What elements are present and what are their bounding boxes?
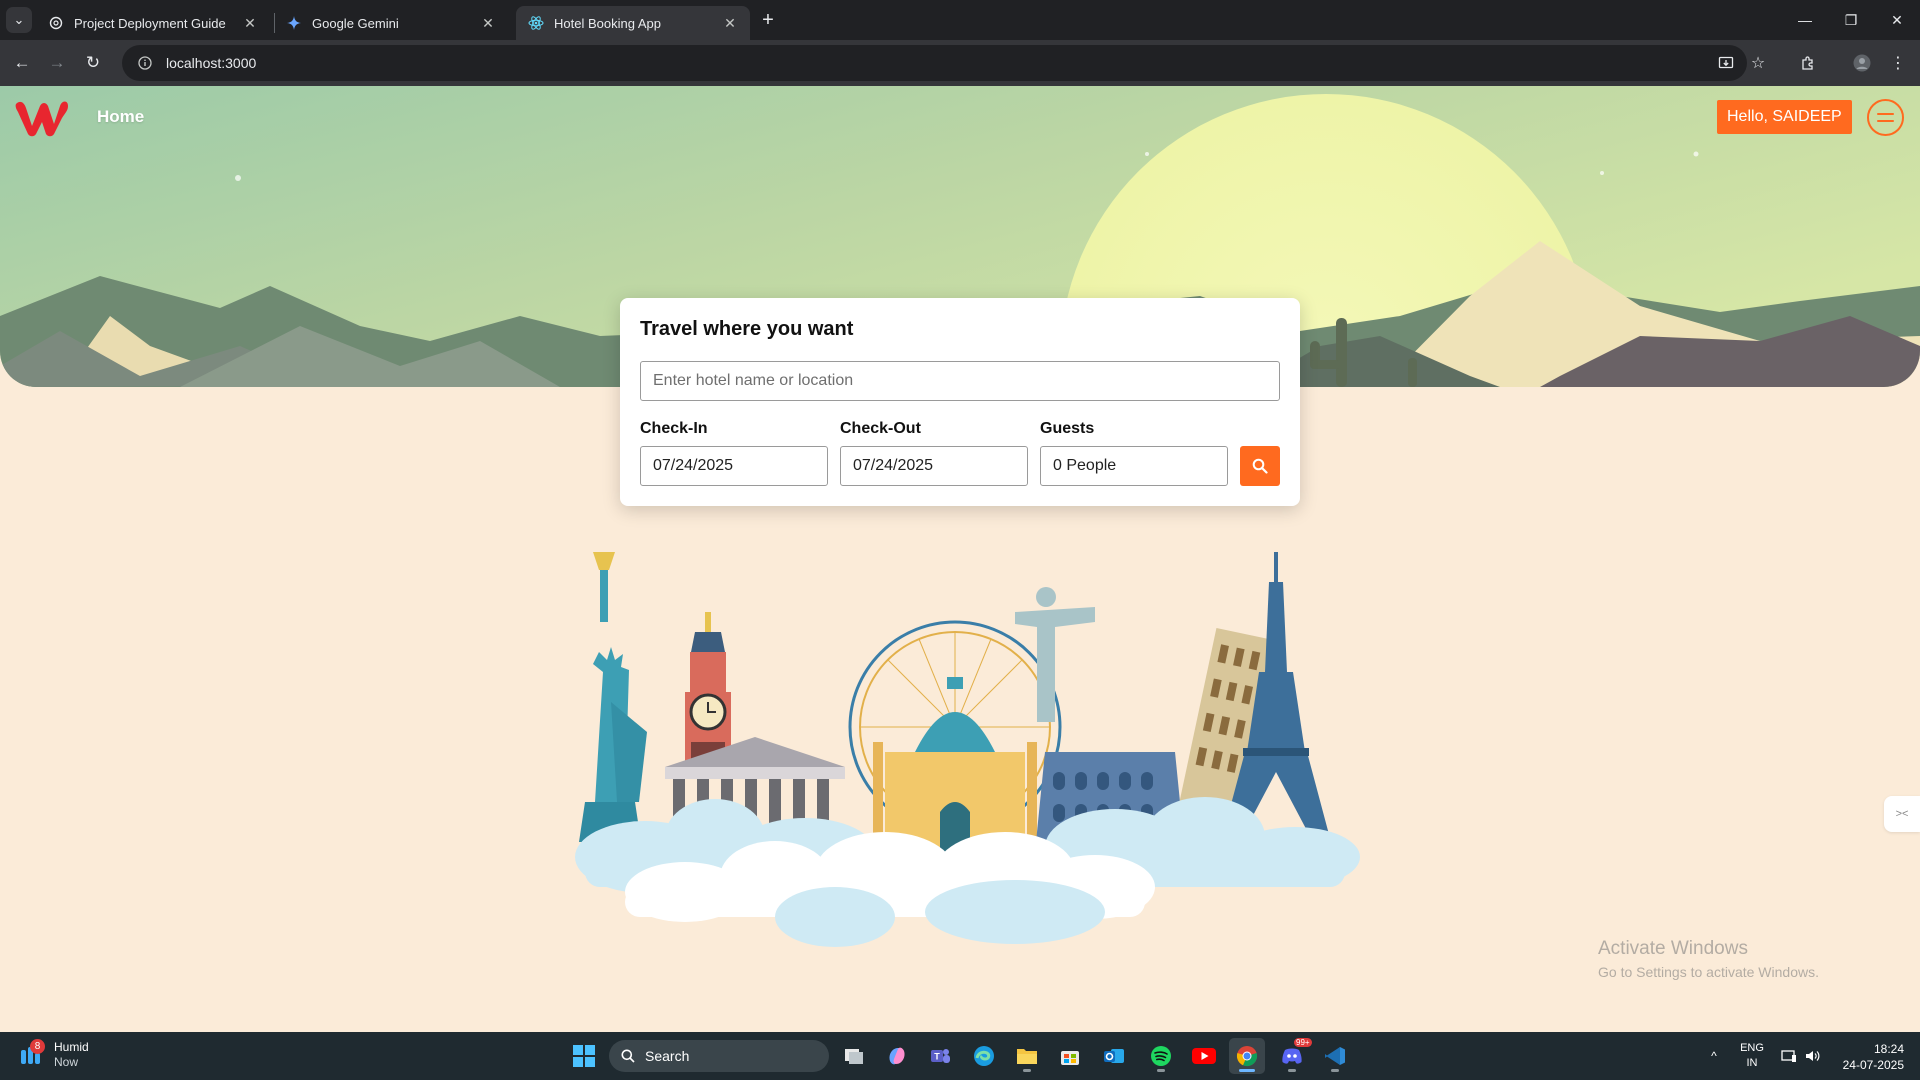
edge-icon[interactable] [966, 1038, 1002, 1074]
checkin-date-input[interactable]: 07/24/2025 [640, 446, 828, 486]
language-line-1: ENG [1740, 1042, 1764, 1054]
teams-icon[interactable]: T [922, 1038, 958, 1074]
page-body: Home Hello, SAIDEEP Travel where you wan… [0, 86, 1920, 1032]
side-panel-toggle[interactable]: >< [1884, 796, 1920, 832]
weather-icon: 8 [18, 1039, 45, 1068]
brand-logo[interactable] [14, 98, 70, 138]
svg-text:T: T [934, 1052, 940, 1062]
store-icon[interactable] [1052, 1038, 1088, 1074]
running-indicator [1331, 1069, 1339, 1072]
task-view-icon[interactable] [836, 1038, 872, 1074]
new-tab-button[interactable]: + [756, 8, 780, 32]
tab-project-deployment-guide[interactable]: Project Deployment Guide ✕ [36, 6, 270, 40]
watermark-line-1: Activate Windows [1598, 938, 1748, 959]
hamburger-menu-button[interactable] [1867, 99, 1904, 136]
windows-start-icon[interactable] [566, 1038, 602, 1074]
taskbar-search[interactable]: Search [609, 1040, 829, 1072]
discord-icon[interactable]: 99+ [1274, 1038, 1312, 1074]
show-hidden-icons-chevron-icon[interactable]: ^ [1702, 1032, 1726, 1080]
search-fields-row: Check-In 07/24/2025 Check-Out 07/24/2025… [640, 420, 1240, 486]
user-greeting-button[interactable]: Hello, SAIDEEP [1717, 100, 1852, 134]
restore-icon[interactable]: ❐ [1828, 0, 1874, 40]
volume-icon[interactable] [1802, 1032, 1824, 1080]
weather-subtitle: Now [54, 1055, 79, 1069]
checkin-label: Check-In [640, 420, 708, 437]
browser-tab-bar: ⌄ Project Deployment Guide ✕ Google Gemi… [0, 0, 1920, 40]
reload-icon[interactable]: ↻ [79, 49, 107, 77]
search-button[interactable] [1240, 446, 1280, 486]
url-text: localhost:3000 [166, 55, 257, 71]
youtube-icon[interactable] [1186, 1038, 1222, 1074]
browser-toolbar: ← → ↻ localhost:3000 ☆ ⋮ [0, 40, 1920, 86]
guests-field: Guests 0 People [1040, 420, 1228, 486]
menu-line [1877, 113, 1894, 115]
vscode-icon[interactable] [1317, 1038, 1353, 1074]
checkout-label: Check-Out [840, 420, 921, 437]
checkout-date-input[interactable]: 07/24/2025 [840, 446, 1028, 486]
window-close-icon[interactable]: ✕ [1874, 0, 1920, 40]
close-icon[interactable]: ✕ [480, 15, 496, 31]
more-menu-icon[interactable]: ⋮ [1886, 51, 1910, 75]
search-card: Travel where you want Check-In 07/24/202… [620, 298, 1300, 506]
guests-input[interactable]: 0 People [1040, 446, 1228, 486]
tab-title: Hotel Booking App [554, 15, 661, 31]
running-indicator [1239, 1069, 1255, 1072]
react-icon [528, 15, 544, 31]
site-info-icon[interactable] [134, 52, 156, 74]
checkout-field: Check-Out 07/24/2025 [840, 420, 1028, 486]
file-explorer-icon[interactable] [1009, 1038, 1045, 1074]
weather-widget[interactable]: 8 Humid Now [18, 1039, 89, 1070]
language-indicator[interactable]: ENG IN [1736, 1041, 1768, 1071]
running-indicator [1157, 1069, 1165, 1072]
close-icon[interactable]: ✕ [722, 15, 738, 31]
discord-badge: 99+ [1294, 1038, 1312, 1047]
system-clock[interactable]: 18:24 24-07-2025 [1834, 1041, 1904, 1073]
outlook-icon[interactable] [1096, 1038, 1132, 1074]
network-icon[interactable] [1778, 1032, 1800, 1080]
chrome-icon[interactable] [1229, 1038, 1265, 1074]
tab-google-gemini[interactable]: Google Gemini ✕ [274, 6, 508, 40]
menu-line [1877, 120, 1894, 122]
address-bar[interactable]: localhost:3000 [122, 45, 1747, 81]
guests-label: Guests [1040, 420, 1095, 437]
forward-icon[interactable]: → [43, 49, 71, 77]
windows-taskbar: 8 Humid Now Search T 99+ ^ ENG IN 18:24 … [0, 1032, 1920, 1080]
taskbar-search-label: Search [645, 1048, 690, 1064]
tab-search-dropdown[interactable]: ⌄ [6, 7, 32, 33]
extensions-icon[interactable] [1796, 51, 1820, 75]
activate-windows-watermark: Activate Windows Go to Settings to activ… [1598, 938, 1819, 980]
tab-hotel-booking-app[interactable]: Hotel Booking App ✕ [516, 6, 750, 40]
install-app-icon[interactable] [1714, 51, 1738, 75]
clock-time: 18:24 [1873, 1042, 1904, 1056]
minimize-icon[interactable]: — [1782, 0, 1828, 40]
search-icon [621, 1049, 635, 1063]
tab-title: Project Deployment Guide [74, 15, 226, 31]
weather-title: Humid [54, 1040, 89, 1054]
spotify-icon[interactable] [1143, 1038, 1179, 1074]
nav-home-link[interactable]: Home [97, 107, 144, 127]
copilot-icon[interactable] [879, 1038, 915, 1074]
openai-icon [48, 15, 64, 31]
clock-date: 24-07-2025 [1842, 1058, 1904, 1072]
location-search-input[interactable] [640, 361, 1280, 401]
weather-badge: 8 [30, 1039, 45, 1054]
search-card-title: Travel where you want [640, 318, 854, 340]
language-line-2: IN [1746, 1057, 1758, 1069]
bookmark-star-icon[interactable]: ☆ [1746, 51, 1770, 75]
checkin-field: Check-In 07/24/2025 [640, 420, 828, 486]
watermark-line-2: Go to Settings to activate Windows. [1598, 964, 1819, 980]
close-icon[interactable]: ✕ [242, 15, 258, 31]
profile-avatar[interactable] [1850, 51, 1874, 75]
search-icon [1252, 458, 1268, 474]
back-icon[interactable]: ← [8, 49, 36, 77]
gemini-icon [286, 15, 302, 31]
running-indicator [1288, 1069, 1296, 1072]
world-landmarks-illustration [575, 552, 1360, 947]
running-indicator [1023, 1069, 1031, 1072]
tab-title: Google Gemini [312, 15, 399, 31]
